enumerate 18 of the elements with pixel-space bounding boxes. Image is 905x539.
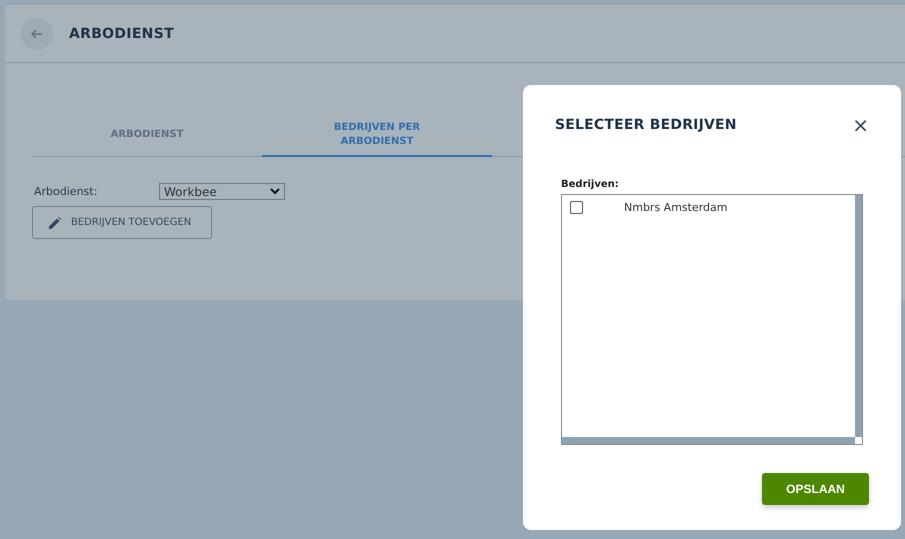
tab[interactable]: ARBODIENST (32, 109, 262, 157)
company-name: Nmbrs Amsterdam (624, 201, 728, 214)
arrow-left-icon (31, 28, 43, 38)
dialog-title: SELECTEER BEDRIJVEN (555, 117, 737, 133)
list-label: Bedrijven: (561, 179, 620, 190)
close-button[interactable]: × (852, 115, 869, 135)
vertical-scrollbar[interactable] (855, 195, 862, 437)
select-field[interactable]: Workbee (159, 183, 285, 200)
checkbox[interactable] (570, 201, 583, 214)
add-companies-button[interactable]: BEDRIJVEN TOEVOEGEN (32, 206, 212, 239)
chevron-down-icon (270, 188, 280, 195)
horizontal-scrollbar[interactable] (562, 437, 855, 444)
tab[interactable]: BEDRIJVEN PER ARBODIENST (262, 109, 492, 157)
save-button[interactable]: OPSLAAN (762, 473, 869, 505)
pencil-icon (49, 216, 61, 228)
field-label: Arbodienst: (34, 185, 98, 198)
page-title: ARBODIENST (69, 26, 174, 42)
back-button[interactable] (21, 18, 53, 50)
